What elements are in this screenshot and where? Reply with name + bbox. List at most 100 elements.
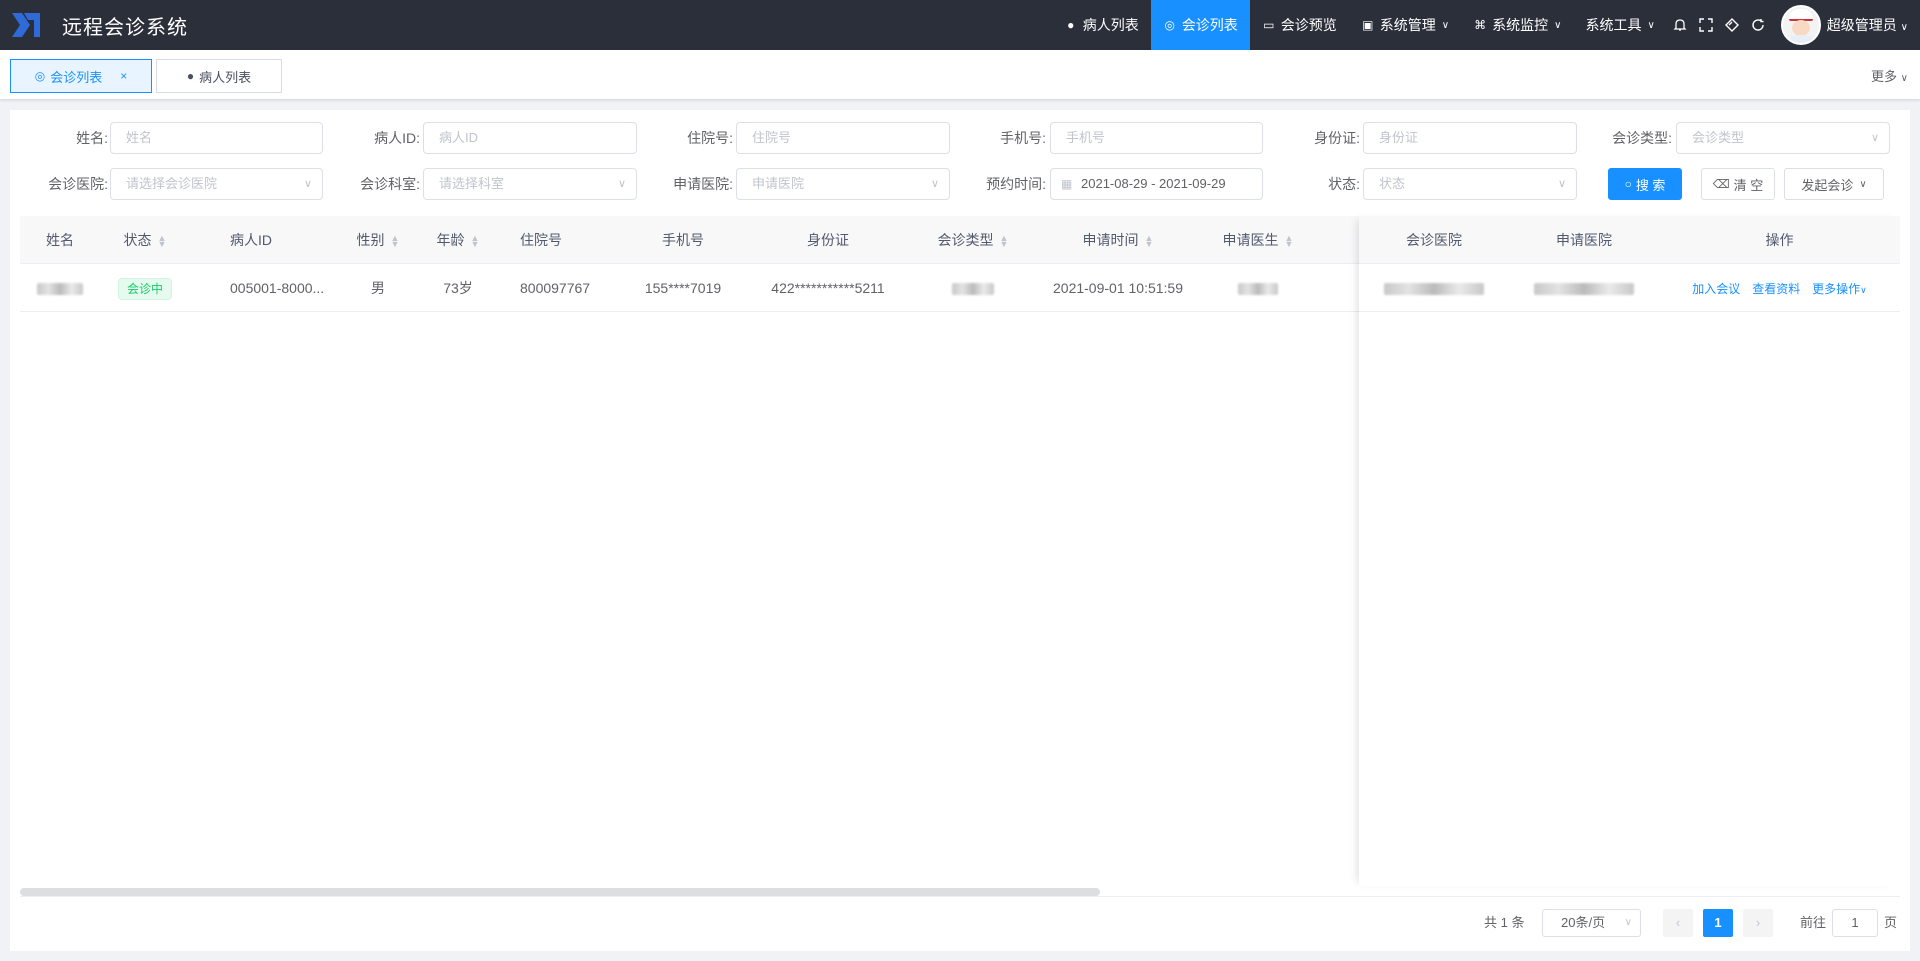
page-number-current[interactable]: 1	[1703, 909, 1733, 937]
sort-icon[interactable]: ▲ ▼	[1285, 234, 1294, 249]
user-circle-icon: ●	[186, 69, 195, 83]
col-age[interactable]: 年龄 ▲ ▼	[418, 216, 498, 264]
table-row[interactable]: 会诊中 005001-8000... 男 73岁 800097767 155**…	[20, 264, 1900, 312]
cell-status: 会诊中	[100, 264, 190, 312]
consult-dept-select[interactable]: 请选择科室 ∨	[423, 168, 637, 200]
cell-apply-time: 2021-09-01 10:51:59	[1053, 280, 1183, 296]
col-gender[interactable]: 性别 ▲ ▼	[338, 216, 418, 264]
patient-id-label: 病人ID:	[374, 130, 420, 146]
start-consultation-dropdown[interactable]: 发起会诊 ∨	[1784, 168, 1884, 200]
search-icon: ○	[1624, 177, 1632, 191]
join-meeting-link[interactable]: 加入会议	[1692, 282, 1740, 296]
chevron-down-icon: ∨	[1900, 73, 1908, 84]
nav-item-label: 系统管理	[1379, 17, 1436, 33]
tags-view: ◎ 会诊列表 × ● 病人列表 更多 ∨	[0, 50, 1920, 100]
redacted-apply-hospital	[1534, 283, 1634, 296]
nav-item-consultation-list[interactable]: ◎ 会诊列表	[1150, 0, 1250, 50]
refresh-icon[interactable]	[1745, 0, 1771, 50]
apply-hospital-placeholder: 申请医院	[752, 176, 805, 191]
layout-size-icon[interactable]	[1719, 0, 1745, 50]
col-name: 姓名	[46, 232, 74, 248]
sort-icon[interactable]: ▲ ▼	[1145, 234, 1154, 249]
sort-icon[interactable]: ▲ ▼	[391, 234, 400, 249]
nav-item-label: 会诊列表	[1181, 17, 1238, 33]
sort-icon[interactable]: ▲ ▼	[158, 234, 167, 249]
consult-type-label: 会诊类型:	[1612, 130, 1672, 146]
chevron-down-icon: ∨	[1554, 19, 1562, 31]
prev-page-button[interactable]: ‹	[1663, 909, 1693, 937]
consult-hospital-select[interactable]: 请选择会诊医院 ∨	[110, 168, 323, 200]
nav-item-consultation-preview[interactable]: ▭ 会诊预览	[1250, 0, 1349, 50]
aperture-icon: ◎	[34, 69, 46, 83]
goto-page-input[interactable]: 1	[1832, 909, 1878, 937]
idcard-label: 身份证:	[1314, 130, 1360, 146]
sort-icon[interactable]: ▲ ▼	[1000, 234, 1009, 249]
nav-item-system-monitor[interactable]: ⌘ 系统监控 ∨	[1461, 0, 1573, 50]
col-idcard: 身份证	[807, 232, 849, 248]
appointment-date-value: 2021-08-29 - 2021-09-29	[1081, 176, 1226, 191]
pagination-total: 共 1 条	[1484, 915, 1525, 930]
chevron-down-icon: ∨	[1624, 917, 1632, 928]
next-page-button[interactable]: ›	[1743, 909, 1773, 937]
appointment-date-range[interactable]: ▦ 2021-08-29 - 2021-09-29	[1050, 168, 1263, 200]
consult-type-select[interactable]: 会诊类型 ∨	[1676, 122, 1890, 154]
patient-id-input[interactable]: 病人ID	[423, 122, 637, 154]
user-name[interactable]: 超级管理员 ∨	[1827, 15, 1908, 35]
nav-item-patient-list[interactable]: ● 病人列表	[1052, 0, 1151, 50]
apply-hospital-select[interactable]: 申请医院 ∨	[736, 168, 950, 200]
chevron-down-icon: ∨	[1860, 285, 1867, 295]
view-materials-link[interactable]: 查看资料	[1752, 282, 1800, 296]
status-select[interactable]: 状态 ∨	[1363, 168, 1577, 200]
col-apply-doctor[interactable]: 申请医生 ▲ ▼	[1198, 216, 1318, 264]
cell-gender: 男	[371, 280, 385, 296]
bell-icon[interactable]	[1667, 0, 1693, 50]
chevron-down-icon: ∨	[617, 178, 626, 190]
search-button[interactable]: ○ 搜 索	[1608, 168, 1682, 200]
sort-icon[interactable]: ▲ ▼	[471, 234, 480, 249]
redacted-doctor	[1238, 283, 1278, 296]
close-icon[interactable]: ×	[120, 69, 127, 83]
page-unit-label: 页	[1884, 915, 1898, 930]
search-button-label: 搜 索	[1635, 177, 1666, 193]
nav-item-system-tools[interactable]: 系统工具 ∨	[1573, 0, 1666, 50]
cell-phone: 155****7019	[644, 280, 722, 296]
inpatient-no-label: 住院号:	[687, 130, 733, 146]
col-phone: 手机号	[662, 232, 704, 248]
tag-patient-list[interactable]: ● 病人列表	[156, 59, 282, 93]
tag-label: 病人列表	[199, 69, 252, 85]
inpatient-no-input[interactable]: 住院号	[736, 122, 950, 154]
tags-more-label: 更多	[1871, 69, 1898, 84]
col-consult-hospital: 会诊医院	[1406, 232, 1462, 248]
app-title: 远程会诊系统	[62, 16, 188, 39]
idcard-input[interactable]: 身份证	[1363, 122, 1577, 154]
avatar[interactable]	[1780, 5, 1821, 45]
col-consult-type[interactable]: 会诊类型 ▲ ▼	[908, 216, 1038, 264]
cell-patient-id: 005001-8000...	[230, 280, 325, 296]
horizontal-scrollbar[interactable]	[20, 888, 1100, 896]
cell-idcard: 422***********5211	[771, 280, 885, 296]
app-logo	[10, 11, 42, 39]
chevron-down-icon: ∨	[1859, 178, 1867, 190]
col-status[interactable]: 状态 ▲ ▼	[100, 216, 190, 264]
col-apply-time[interactable]: 申请时间 ▲ ▼	[1038, 216, 1198, 264]
chevron-down-icon: ∨	[1647, 19, 1655, 31]
goto-label: 前往	[1800, 915, 1827, 930]
clear-button[interactable]: ⌫ 清 空	[1701, 168, 1775, 200]
page-size-select[interactable]: 20条/页 ∨	[1542, 909, 1641, 937]
cell-consult-hospital	[1359, 264, 1509, 312]
more-operations-dropdown[interactable]: 更多操作∨	[1812, 282, 1867, 296]
redacted-consult-type	[952, 283, 994, 296]
fullscreen-icon[interactable]	[1693, 0, 1719, 50]
command-icon: ⌘	[1474, 18, 1487, 32]
chevron-right-icon: ›	[1755, 915, 1761, 930]
user-name-label: 超级管理员	[1826, 17, 1897, 33]
nav-item-system-management[interactable]: ▣ 系统管理 ∨	[1349, 0, 1461, 50]
nav-item-label: 病人列表	[1082, 17, 1139, 33]
col-apply-time-label: 申请时间	[1082, 232, 1139, 248]
tags-more-button[interactable]: 更多 ∨	[1871, 66, 1908, 85]
phone-input[interactable]: 手机号	[1050, 122, 1263, 154]
name-input[interactable]: 姓名	[110, 122, 323, 154]
clear-button-label: 清 空	[1733, 177, 1764, 193]
tag-consultation-list[interactable]: ◎ 会诊列表 ×	[10, 59, 152, 93]
col-operations: 操作	[1765, 232, 1794, 248]
